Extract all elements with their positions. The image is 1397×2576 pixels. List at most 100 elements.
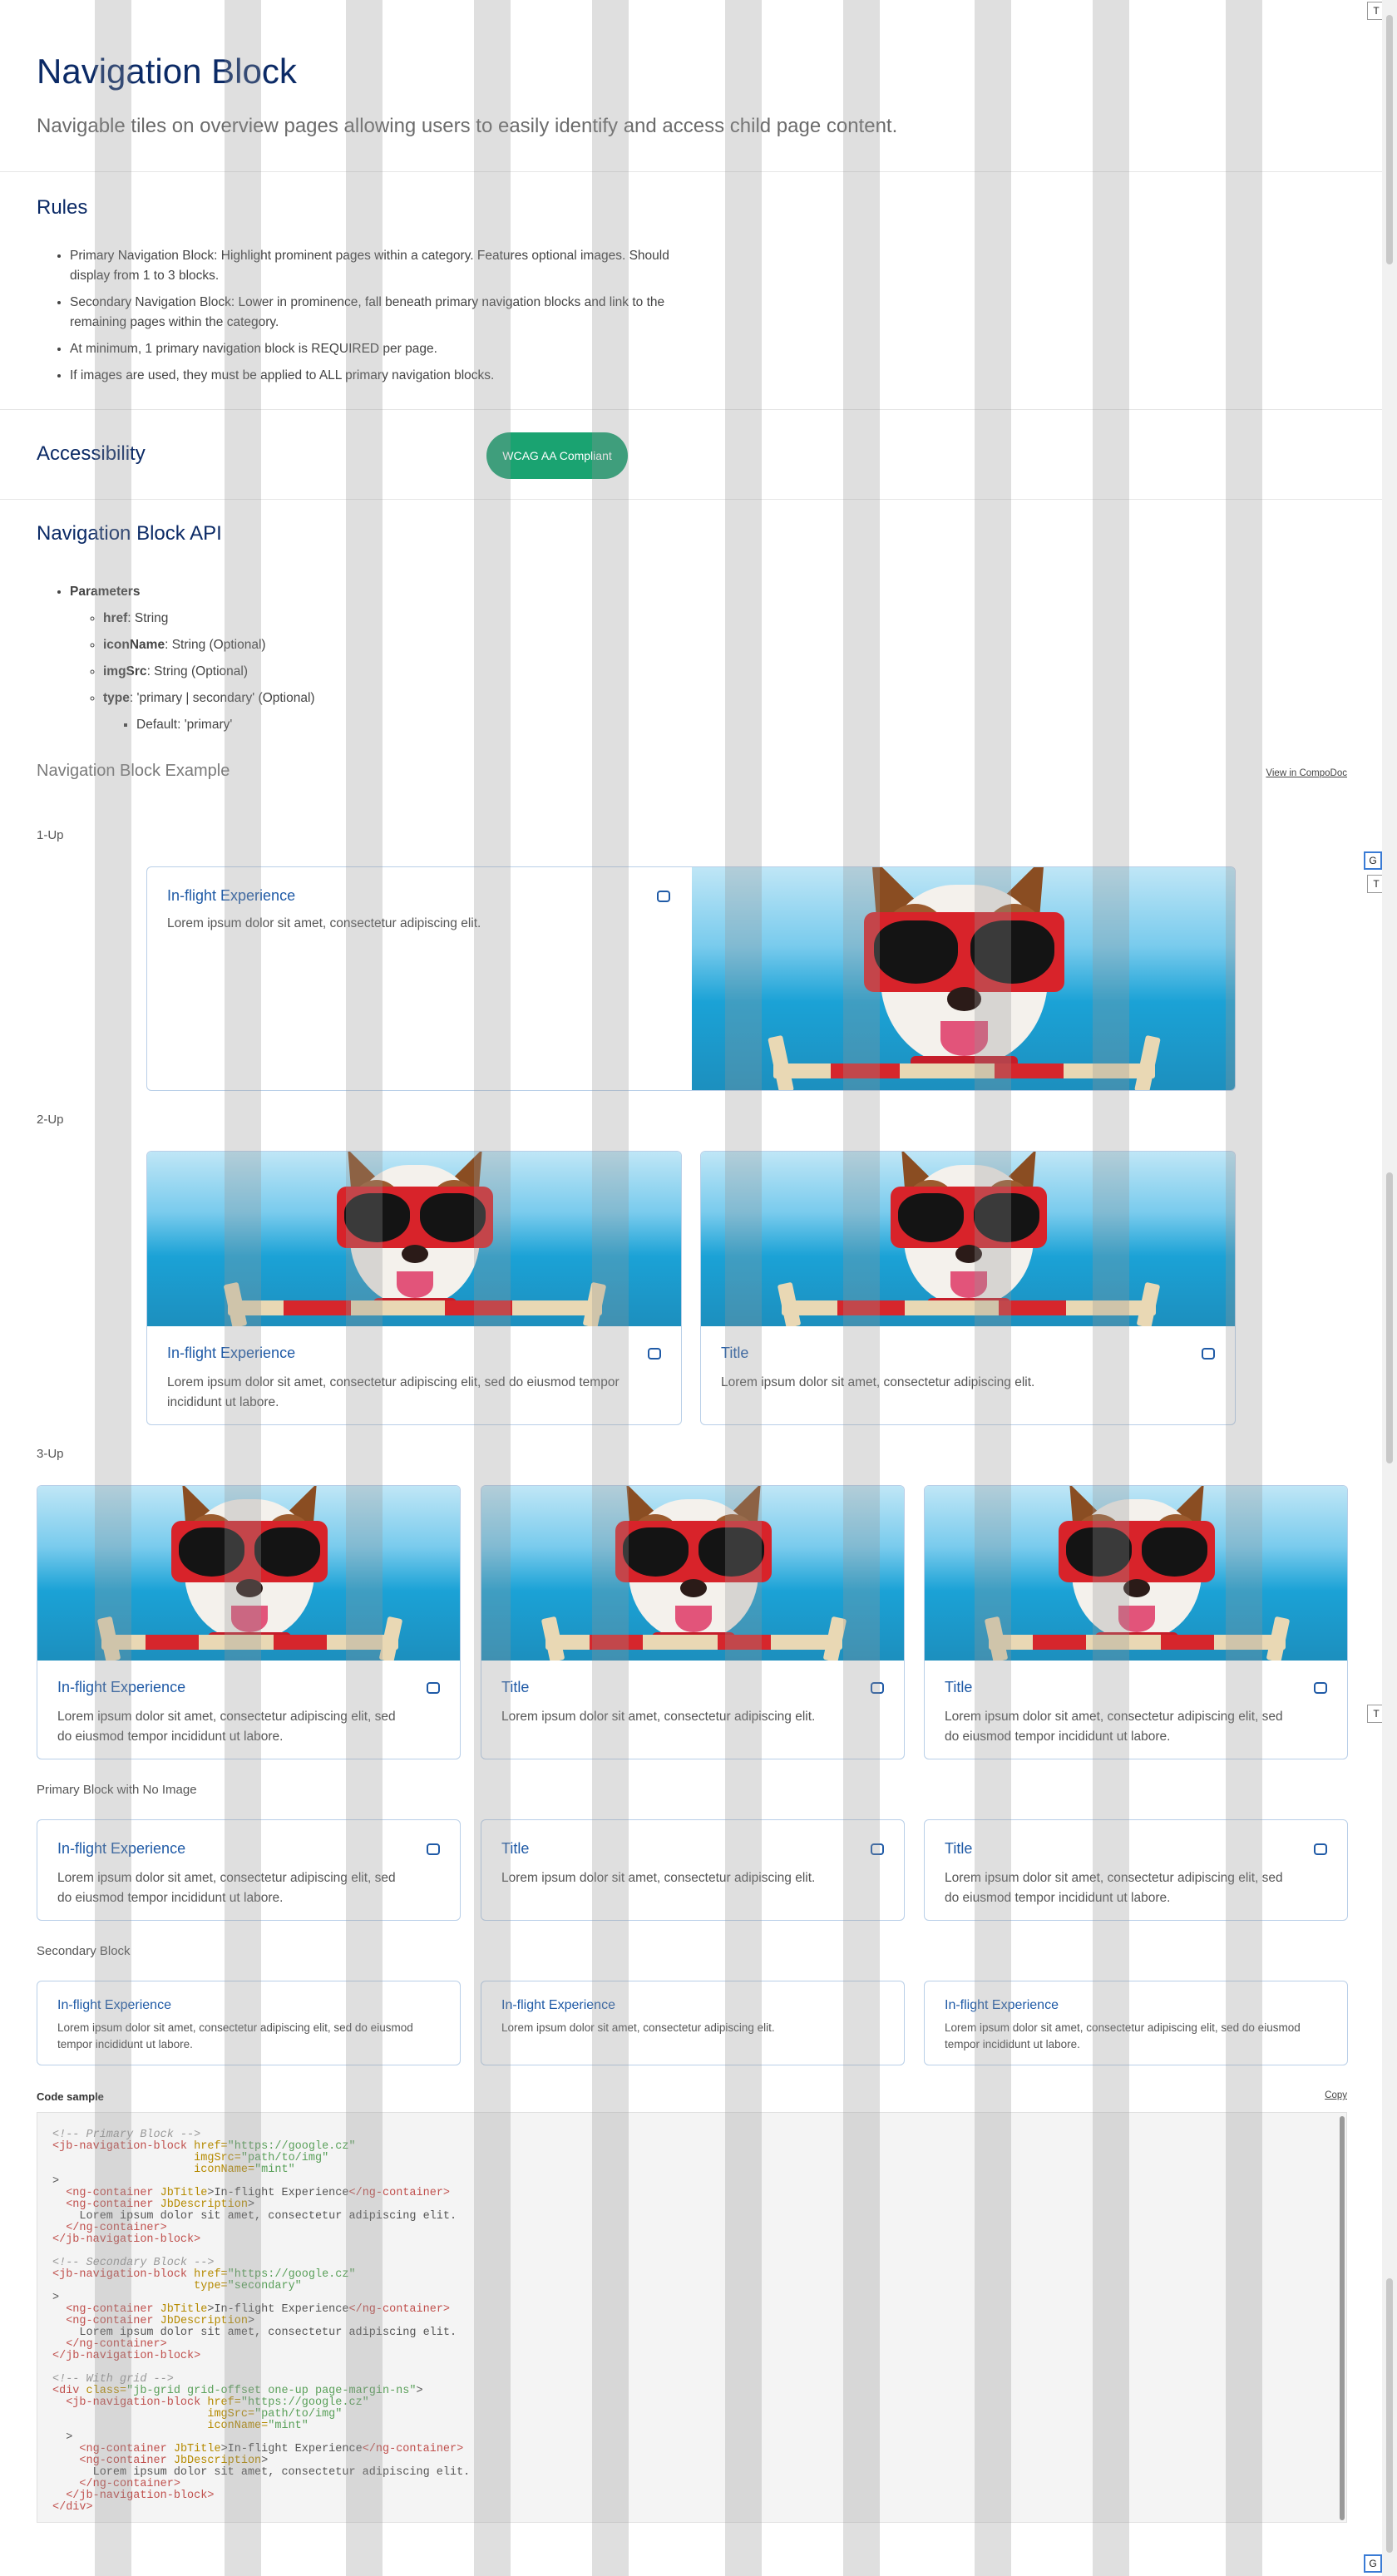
rule-item: Secondary Navigation Block: Lower in pro… bbox=[70, 293, 710, 333]
card-description: Lorem ipsum dolor sit amet, consectetur … bbox=[721, 1375, 1035, 1389]
card-description: Lorem ipsum dolor sit amet, consectetur … bbox=[945, 1871, 1283, 1905]
param-name: iconName bbox=[103, 638, 165, 652]
wcag-badge: WCAG AA Compliant bbox=[486, 432, 628, 479]
square-rounded-icon bbox=[1202, 1348, 1215, 1360]
param-list: href: String iconName: String (Optional)… bbox=[70, 605, 315, 738]
card-description: Lorem ipsum dolor sit amet, consectetur … bbox=[57, 2021, 413, 2050]
param-item: imgSrc: String (Optional) bbox=[103, 659, 315, 685]
nav-block-3up[interactable]: Title Lorem ipsum dolor sit amet, consect… bbox=[481, 1485, 905, 1759]
deck-chair bbox=[984, 1608, 1290, 1661]
accessibility-heading: Accessibility bbox=[37, 442, 146, 465]
card-description: Lorem ipsum dolor sit amet, consectetur … bbox=[945, 2021, 1301, 2050]
nav-block-2up[interactable]: In-flight Experience Lorem ipsum dolor si… bbox=[146, 1151, 682, 1425]
page: Navigation Block Navigable tiles on over… bbox=[0, 0, 1382, 2576]
card-description: Lorem ipsum dolor sit amet, consectetur … bbox=[501, 2021, 775, 2034]
param-item: href: String bbox=[103, 605, 315, 632]
label-3-up: 3-Up bbox=[37, 1447, 64, 1461]
nav-block-secondary[interactable]: In-flight Experience Lorem ipsum dolor si… bbox=[481, 1981, 905, 2065]
card-image bbox=[481, 1486, 904, 1661]
nav-block-no-image[interactable]: Title Lorem ipsum dolor sit amet, consect… bbox=[481, 1819, 905, 1921]
scroll-thumb[interactable] bbox=[1386, 2278, 1393, 2553]
nav-block-3up[interactable]: In-flight Experience Lorem ipsum dolor si… bbox=[37, 1485, 461, 1759]
nav-block-no-image[interactable]: In-flight Experience Lorem ipsum dolor si… bbox=[37, 1819, 461, 1921]
toggle-grid-button[interactable]: G bbox=[1364, 2554, 1382, 2573]
card-description: Lorem ipsum dolor sit amet, consectetur … bbox=[57, 1871, 396, 1905]
param-desc: : String bbox=[127, 611, 169, 625]
nav-block-no-image[interactable]: Title Lorem ipsum dolor sit amet, consect… bbox=[924, 1819, 1348, 1921]
api-heading: Navigation Block API bbox=[37, 522, 222, 545]
nav-block-1up[interactable]: In-flight Experience Lorem ipsum dolor si… bbox=[146, 866, 1236, 1091]
rules-heading: Rules bbox=[37, 196, 88, 219]
card-title: Title bbox=[721, 1345, 749, 1361]
param-item: iconName: String (Optional) bbox=[103, 632, 315, 659]
label-secondary: Secondary Block bbox=[37, 1944, 131, 1958]
nav-block-secondary[interactable]: In-flight Experience Lorem ipsum dolor si… bbox=[924, 1981, 1348, 2065]
card-description: Lorem ipsum dolor sit amet, consectetur … bbox=[501, 1871, 816, 1885]
divider bbox=[0, 171, 1382, 172]
code-block: <!-- Primary Block --> <jb-navigation-bl… bbox=[37, 2112, 1347, 2523]
card-description: Lorem ipsum dolor sit amet, consectetur … bbox=[501, 1710, 816, 1724]
card-image bbox=[37, 1486, 460, 1661]
example-heading: Navigation Block Example bbox=[37, 762, 230, 780]
card-description: Lorem ipsum dolor sit amet, consectetur … bbox=[57, 1710, 396, 1744]
card-description: Lorem ipsum dolor sit amet, consectetur … bbox=[945, 1710, 1283, 1744]
deck-chair bbox=[541, 1608, 847, 1661]
card-description: Lorem ipsum dolor sit amet, consectetur … bbox=[167, 916, 481, 930]
card-title: In-flight Experience bbox=[167, 1345, 296, 1361]
rule-item: If images are used, they must be applied… bbox=[70, 366, 710, 386]
card-title: In-flight Experience bbox=[57, 1840, 186, 1857]
square-rounded-icon bbox=[648, 1348, 661, 1360]
square-rounded-icon bbox=[427, 1843, 440, 1855]
label-2-up: 2-Up bbox=[37, 1113, 64, 1127]
card-image bbox=[701, 1152, 1235, 1326]
toggle-grid-button[interactable]: G bbox=[1364, 851, 1382, 870]
scroll-thumb[interactable] bbox=[1386, 15, 1393, 264]
deck-chair bbox=[777, 1274, 1161, 1326]
card-image bbox=[925, 1486, 1347, 1661]
card-image bbox=[692, 867, 1235, 1090]
card-title: In-flight Experience bbox=[167, 887, 296, 904]
deck-chair bbox=[223, 1274, 607, 1326]
square-rounded-icon bbox=[871, 1843, 884, 1855]
nav-block-2up[interactable]: Title Lorem ipsum dolor sit amet, consect… bbox=[700, 1151, 1236, 1425]
parameters-label: Parameters bbox=[70, 585, 141, 599]
card-title: Title bbox=[501, 1679, 530, 1695]
nav-block-secondary[interactable]: In-flight Experience Lorem ipsum dolor si… bbox=[37, 1981, 461, 2065]
card-title: In-flight Experience bbox=[57, 1679, 186, 1695]
deck-chair bbox=[768, 1024, 1161, 1090]
code-sample-label: Code sample bbox=[37, 2090, 104, 2103]
card-title: In-flight Experience bbox=[57, 1998, 171, 2012]
code-scrollbar[interactable] bbox=[1340, 2116, 1345, 2520]
divider bbox=[0, 409, 1382, 410]
card-title: Title bbox=[501, 1840, 530, 1857]
code-text: <!-- Primary Block --> <jb-navigation-bl… bbox=[52, 2129, 471, 2514]
card-title: In-flight Experience bbox=[945, 1998, 1059, 2012]
card-image bbox=[147, 1152, 681, 1326]
copy-link[interactable]: Copy bbox=[1325, 2090, 1347, 2100]
type-default: Default: 'primary' bbox=[136, 712, 315, 738]
scroll-thumb[interactable] bbox=[1386, 1172, 1393, 1463]
deck-chair bbox=[96, 1608, 402, 1661]
card-title: Title bbox=[945, 1679, 973, 1695]
square-rounded-icon bbox=[871, 1682, 884, 1694]
nav-block-3up[interactable]: Title Lorem ipsum dolor sit amet, consect… bbox=[924, 1485, 1348, 1759]
param-desc: : String (Optional) bbox=[146, 664, 249, 679]
rule-item: Primary Navigation Block: Highlight prom… bbox=[70, 246, 710, 286]
square-rounded-icon bbox=[657, 891, 670, 902]
square-rounded-icon bbox=[1314, 1843, 1327, 1855]
card-description: Lorem ipsum dolor sit amet, consectetur … bbox=[167, 1375, 620, 1409]
divider bbox=[0, 499, 1382, 500]
label-no-image: Primary Block with No Image bbox=[37, 1783, 197, 1797]
param-name: href bbox=[103, 611, 128, 625]
page-scrollbar[interactable] bbox=[1382, 0, 1397, 2576]
api-list: Parameters href: String iconName: String… bbox=[53, 579, 315, 738]
param-desc: : 'primary | secondary' (Optional) bbox=[129, 691, 315, 705]
square-rounded-icon bbox=[1314, 1682, 1327, 1694]
param-name: type bbox=[103, 691, 130, 705]
param-name: imgSrc bbox=[103, 664, 147, 679]
card-title: In-flight Experience bbox=[501, 1998, 615, 2012]
rules-list: Primary Navigation Block: Highlight prom… bbox=[53, 246, 710, 392]
label-1-up: 1-Up bbox=[37, 828, 64, 842]
view-compodoc-link[interactable]: View in CompoDoc bbox=[1266, 768, 1347, 778]
api-parameters: Parameters href: String iconName: String… bbox=[70, 579, 315, 738]
